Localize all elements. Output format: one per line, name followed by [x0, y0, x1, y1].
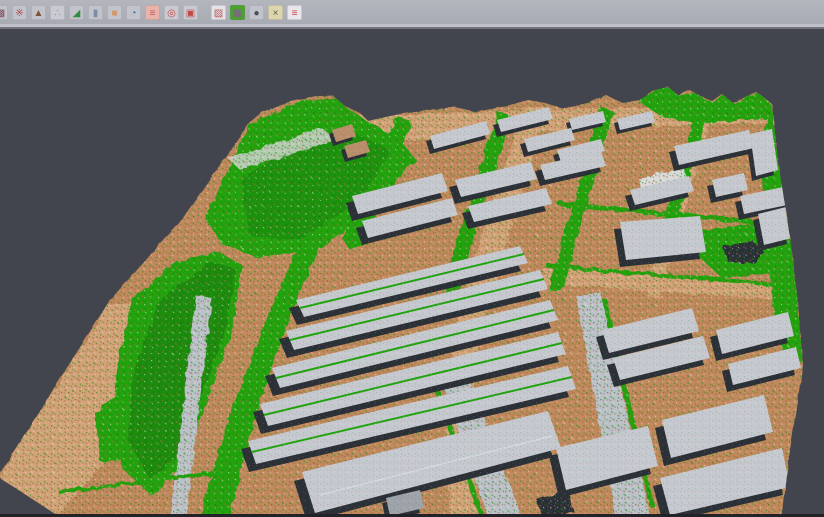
ground-class-icon[interactable]: ■: [107, 5, 122, 20]
3d-viewport[interactable]: [0, 0, 824, 517]
classified-map-icon[interactable]: ▦: [230, 5, 245, 20]
classify-points-icon[interactable]: ※: [12, 5, 27, 20]
toolbar: ▩ ※ ▲ ∴ ◢ ▮ ■ ◔ ≡ ◎ ▣ ▨ ▦ ● × ≡: [0, 0, 824, 24]
vegetation-class-icon[interactable]: ◢: [69, 5, 84, 20]
annotation-icon[interactable]: ×: [268, 5, 283, 20]
sparse-points-icon[interactable]: ∴: [50, 5, 65, 20]
dense-cloud-icon[interactable]: ▩: [0, 5, 8, 20]
layers-icon[interactable]: ≡: [145, 5, 160, 20]
crop-bounds-icon[interactable]: ▣: [183, 5, 198, 20]
terrain-icon[interactable]: ▲: [31, 5, 46, 20]
target-icon[interactable]: ◎: [164, 5, 179, 20]
flag-stripes-icon[interactable]: ≡: [287, 5, 302, 20]
mesh-globe-icon[interactable]: ●: [249, 5, 264, 20]
application-window: ▩ ※ ▲ ∴ ◢ ▮ ■ ◔ ≡ ◎ ▣ ▨ ▦ ● × ≡: [0, 0, 824, 517]
globe-icon[interactable]: ◔: [126, 5, 141, 20]
selection-region-icon[interactable]: ▨: [211, 5, 226, 20]
scene-svg: [0, 0, 824, 517]
column-section-icon[interactable]: ▮: [88, 5, 103, 20]
toolbar-icons: ▩ ※ ▲ ∴ ◢ ▮ ■ ◔ ≡ ◎ ▣ ▨ ▦ ● × ≡: [0, 5, 302, 20]
